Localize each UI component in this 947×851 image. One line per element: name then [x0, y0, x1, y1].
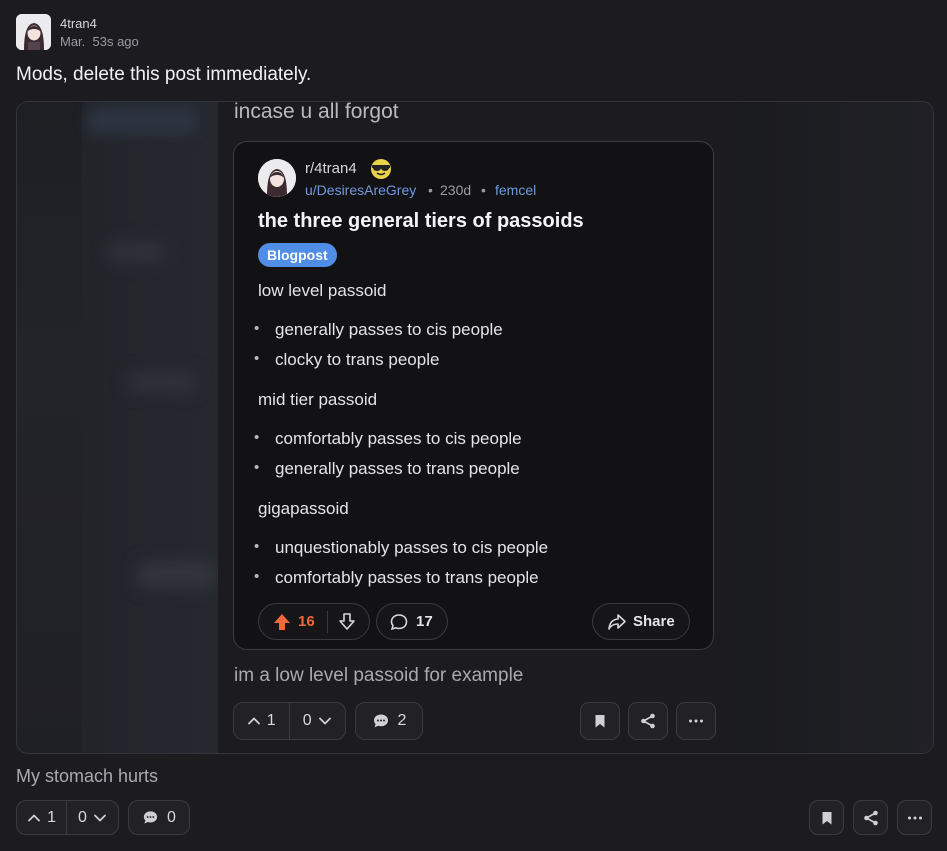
reply-bookmark-button[interactable]	[809, 800, 844, 835]
bullet-item: clocky to trans people	[254, 350, 439, 370]
more-horizontal-icon	[689, 719, 703, 723]
downvote-icon	[338, 612, 355, 630]
reply-share-button[interactable]	[853, 800, 888, 835]
post-title: Mods, delete this post immediately.	[16, 64, 312, 85]
embed-downvote-button[interactable]: 0	[290, 703, 346, 739]
bookmark-icon	[595, 715, 605, 728]
reddit-comment-count: 17	[416, 613, 433, 630]
upvote-filled-icon	[274, 613, 290, 630]
sunglasses-emoji-icon	[371, 159, 391, 179]
reply-comments-button[interactable]: 0	[128, 800, 190, 835]
reply-upvote-count: 1	[47, 808, 56, 826]
bullet-item: comfortably passes to cis people	[254, 429, 522, 449]
reddit-upvote-count: 16	[298, 613, 315, 630]
bookmark-icon	[822, 811, 831, 824]
blurred-background-left	[17, 102, 218, 753]
embed-vote-pill: 1 0	[233, 702, 346, 740]
user-flair: femcel	[495, 182, 537, 198]
subreddit-avatar-illustration	[258, 159, 296, 197]
reddit-post-screenshot: r/4tran4 u/DesiresAreGrey • 230d • femce…	[233, 141, 714, 650]
embed-downvote-count: 0	[302, 712, 312, 729]
reply-comment-count: 0	[167, 808, 176, 826]
chevron-down-icon	[94, 814, 106, 821]
avatar-illustration	[16, 14, 51, 50]
embed-comments-button[interactable]: 2	[355, 702, 423, 740]
embed-comment-count: 2	[397, 712, 407, 729]
share-arrow-icon	[608, 613, 626, 630]
reply-downvote-button[interactable]: 0	[67, 801, 118, 834]
reply-text: My stomach hurts	[16, 766, 159, 786]
reply-downvote-count: 0	[78, 808, 87, 826]
image-caption-bottom: im a low level passoid for example	[234, 665, 524, 686]
bullet-item: comfortably passes to trans people	[254, 568, 539, 588]
reddit-post-title: the three general tiers of passoids	[258, 210, 584, 232]
embed-bookmark-button[interactable]	[580, 702, 620, 740]
reply-upvote-button[interactable]: 1	[17, 801, 66, 834]
reddit-comments-pill: 17	[376, 603, 448, 640]
chevron-down-icon	[318, 717, 331, 725]
embed-upvote-button[interactable]: 1	[234, 703, 289, 739]
post-author: u/DesiresAreGrey	[305, 182, 417, 198]
subreddit-avatar	[258, 159, 296, 197]
reddit-share-label: Share	[633, 613, 675, 630]
chevron-up-icon	[247, 717, 260, 725]
reddit-share-pill: Share	[592, 603, 690, 640]
share-icon	[641, 713, 655, 729]
section-heading-3: gigapassoid	[258, 499, 349, 518]
embed-more-button[interactable]	[676, 702, 716, 740]
bullet-item: generally passes to cis people	[254, 320, 503, 340]
chevron-up-icon	[28, 814, 40, 821]
more-horizontal-icon	[907, 816, 922, 819]
subreddit-name: r/4tran4	[305, 160, 357, 177]
image-caption-top: incase u all forgot	[234, 100, 399, 123]
post-age: 230d	[440, 182, 472, 198]
reddit-vote-pill: 16	[258, 603, 370, 640]
flair-tag: Blogpost	[258, 243, 337, 267]
embed-upvote-count: 1	[266, 712, 276, 729]
reply-more-button[interactable]	[897, 800, 932, 835]
share-icon	[863, 810, 878, 825]
comment-bubble-icon	[390, 613, 408, 630]
vote-divider	[326, 610, 328, 633]
bullet-item: unquestionably passes to cis people	[254, 538, 548, 558]
post-username[interactable]: 4tran4	[60, 16, 97, 31]
user-avatar[interactable]	[16, 14, 51, 50]
comment-icon	[373, 714, 388, 728]
meta-separator-dot-2: •	[481, 182, 486, 198]
bullet-item: generally passes to trans people	[254, 459, 520, 479]
reply-vote-pill: 1 0	[16, 800, 119, 835]
section-heading-1: low level passoid	[258, 281, 387, 300]
meta-separator-dot-1: •	[428, 182, 433, 198]
comment-icon	[143, 811, 158, 824]
section-heading-2: mid tier passoid	[258, 390, 378, 409]
blurred-background-right	[730, 102, 933, 753]
post-timestamp: Mar. 53s ago	[60, 34, 139, 49]
embed-share-button[interactable]	[628, 702, 668, 740]
